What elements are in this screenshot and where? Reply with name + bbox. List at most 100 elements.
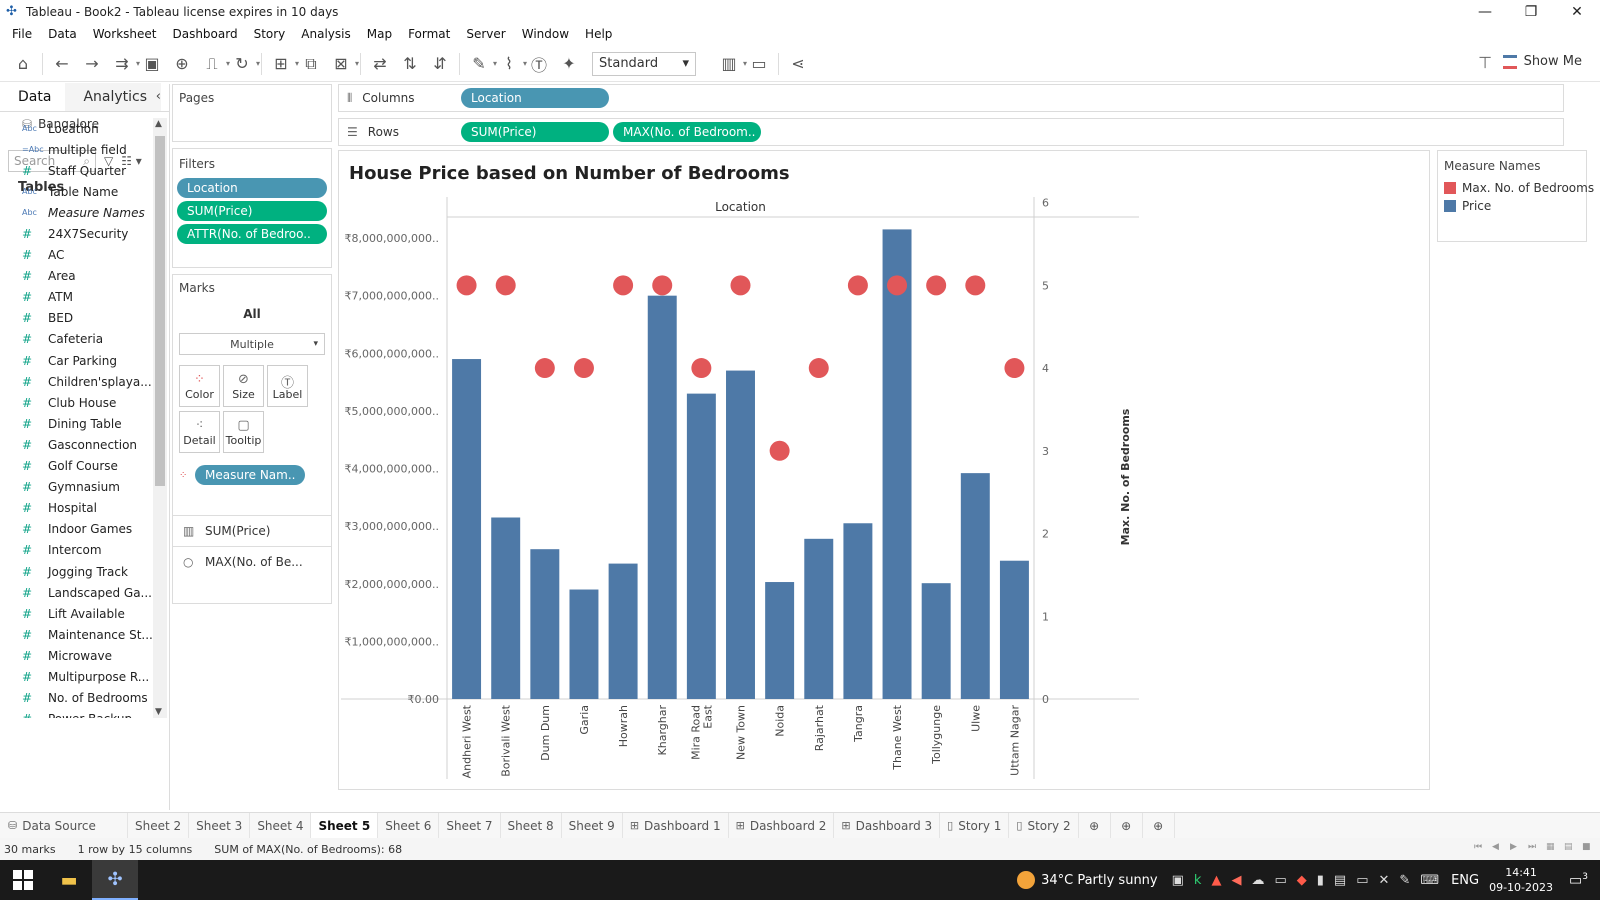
clock[interactable]: 14:41 09-10-2023: [1489, 865, 1553, 895]
circle-max-bedrooms[interactable]: [1004, 358, 1025, 379]
bar-price[interactable]: [647, 295, 677, 699]
sheet-tab[interactable]: Sheet 5: [311, 812, 379, 839]
circle-max-bedrooms[interactable]: [887, 275, 908, 296]
home-icon[interactable]: ⌂: [8, 50, 38, 78]
file-explorer-icon[interactable]: ▬: [46, 860, 92, 900]
new-datasource-icon[interactable]: ⊕: [167, 50, 197, 78]
format-painter-icon[interactable]: ⊤: [1478, 53, 1492, 72]
bar-price[interactable]: [921, 583, 951, 699]
circle-max-bedrooms[interactable]: [769, 440, 790, 461]
collapse-pane-icon[interactable]: ‹: [156, 89, 161, 104]
field-item[interactable]: # Gymnasium: [0, 477, 152, 498]
bar-price[interactable]: [530, 549, 560, 699]
measure-names-pill[interactable]: Measure Nam..: [195, 465, 305, 485]
sheet-tab[interactable]: Sheet 7: [439, 812, 501, 839]
prev-sheet-icon[interactable]: ◀: [1492, 842, 1502, 852]
bar-price[interactable]: [765, 582, 795, 699]
sheet-tab[interactable]: Sheet 8: [501, 812, 562, 839]
tray-app-icon[interactable]: ▣: [1172, 873, 1184, 888]
field-item[interactable]: Abc Table Name: [0, 181, 152, 202]
color-button[interactable]: ⁘ Color: [179, 365, 220, 407]
circle-max-bedrooms[interactable]: [847, 275, 868, 296]
circle-max-bedrooms[interactable]: [965, 275, 986, 296]
menu-file[interactable]: File: [4, 27, 40, 41]
tabs-icon[interactable]: ■: [1582, 842, 1592, 852]
bar-price[interactable]: [452, 359, 482, 699]
marks-sub-sum-price[interactable]: ▥ SUM(Price): [173, 515, 331, 546]
last-sheet-icon[interactable]: ⏭: [1528, 842, 1538, 852]
rows-pill-sum-price[interactable]: SUM(Price): [461, 122, 609, 142]
circle-max-bedrooms[interactable]: [730, 275, 751, 296]
menu-analysis[interactable]: Analysis: [293, 27, 358, 41]
filters-card[interactable]: Filters Location SUM(Price) ATTR(No. of …: [172, 148, 332, 268]
network-icon[interactable]: ▭: [1356, 873, 1368, 888]
filter-pill-location[interactable]: Location: [177, 178, 327, 198]
menu-story[interactable]: Story: [246, 27, 294, 41]
start-button[interactable]: [0, 860, 46, 900]
size-button[interactable]: ⊘ Size: [223, 365, 264, 407]
menu-help[interactable]: Help: [577, 27, 620, 41]
scroll-down-icon[interactable]: ▼: [155, 707, 162, 717]
mark-type-select[interactable]: Multiple ▾: [179, 333, 325, 355]
field-item[interactable]: # Maintenance St...: [0, 624, 152, 645]
pages-card[interactable]: Pages: [172, 84, 332, 142]
show-me-button[interactable]: Show Me: [1502, 54, 1582, 69]
field-item[interactable]: #24X7Security: [0, 223, 152, 244]
scroll-up-icon[interactable]: ▲: [155, 119, 162, 129]
field-item[interactable]: # Landscaped Ga...: [0, 582, 152, 603]
field-item[interactable]: Abc Measure Names: [0, 202, 152, 223]
legend-card[interactable]: Measure Names Max. No. of Bedrooms Price: [1437, 150, 1594, 242]
field-item[interactable]: # ATM: [0, 287, 152, 308]
group-members-icon[interactable]: ⌇: [494, 50, 527, 78]
new-dashboard-tab-icon[interactable]: ⊕: [1111, 812, 1143, 839]
usb-icon[interactable]: ▮: [1317, 873, 1324, 888]
filter-pill-attr-bedrooms[interactable]: ATTR(No. of Bedroo..: [177, 224, 327, 244]
new-story-tab-icon[interactable]: ⊕: [1143, 812, 1175, 839]
new-worksheet-tab-icon[interactable]: ⊕: [1079, 812, 1111, 839]
field-item[interactable]: # Microwave: [0, 645, 152, 666]
circle-max-bedrooms[interactable]: [534, 358, 555, 379]
tableau-taskbar-icon[interactable]: ✣: [92, 860, 138, 900]
sheet-tab[interactable]: Sheet 9: [562, 812, 623, 839]
sort-descending-icon[interactable]: ⇵: [425, 50, 455, 78]
tray-red-icon[interactable]: ◀: [1231, 873, 1241, 888]
label-button[interactable]: Ⓣ Label: [267, 365, 308, 407]
bar-price[interactable]: [999, 560, 1029, 699]
save-icon[interactable]: ▣: [137, 50, 167, 78]
rows-pill-max-bedrooms[interactable]: MAX(No. of Bedroom..: [613, 122, 761, 142]
field-item[interactable]: =Abc multiple field: [0, 139, 152, 160]
bar-price[interactable]: [960, 473, 990, 699]
bar-price[interactable]: [686, 393, 716, 699]
redo-icon[interactable]: →: [77, 50, 107, 78]
tab-analytics[interactable]: Analytics: [65, 83, 162, 111]
first-sheet-icon[interactable]: ⏮: [1474, 842, 1484, 852]
columns-pill-location[interactable]: Location: [461, 88, 609, 108]
field-item[interactable]: # Gasconnection: [0, 434, 152, 455]
fit-select[interactable]: Standard ▾: [592, 51, 696, 76]
field-item[interactable]: # Staff Quarter: [0, 160, 152, 181]
replay-icon[interactable]: ⇉: [107, 50, 140, 78]
sheet-tab[interactable]: ⊞ Dashboard 1: [623, 812, 729, 839]
field-list-scrollbar[interactable]: ▲ ▼: [153, 118, 167, 718]
field-item[interactable]: # Hospital: [0, 498, 152, 519]
field-item[interactable]: # Golf Course: [0, 456, 152, 477]
legend-item-bedrooms[interactable]: Max. No. of Bedrooms: [1438, 179, 1594, 197]
circle-max-bedrooms[interactable]: [808, 358, 829, 379]
notification-icon[interactable]: ▭3: [1569, 872, 1588, 889]
display-icon[interactable]: ▭: [1274, 873, 1286, 888]
detail-button[interactable]: ⁖ Detail: [179, 411, 220, 453]
bar-price[interactable]: [491, 517, 521, 700]
circle-max-bedrooms[interactable]: [691, 358, 712, 379]
keyboard-icon[interactable]: ⌨: [1420, 873, 1439, 888]
mute-icon[interactable]: ✕: [1379, 873, 1390, 888]
show-mark-labels-icon[interactable]: Ⓣ: [524, 50, 554, 78]
refresh-icon[interactable]: ↻: [227, 50, 260, 78]
tray-k-icon[interactable]: k: [1194, 873, 1202, 888]
vc-icon[interactable]: ▤: [1334, 873, 1346, 888]
circle-max-bedrooms[interactable]: [495, 275, 516, 296]
circle-max-bedrooms[interactable]: [613, 275, 634, 296]
legend-item-price[interactable]: Price: [1438, 197, 1586, 215]
field-item[interactable]: # Intercom: [0, 540, 152, 561]
sheet-tab[interactable]: ▯ Story 1: [940, 812, 1010, 839]
field-item[interactable]: # Club House: [0, 392, 152, 413]
